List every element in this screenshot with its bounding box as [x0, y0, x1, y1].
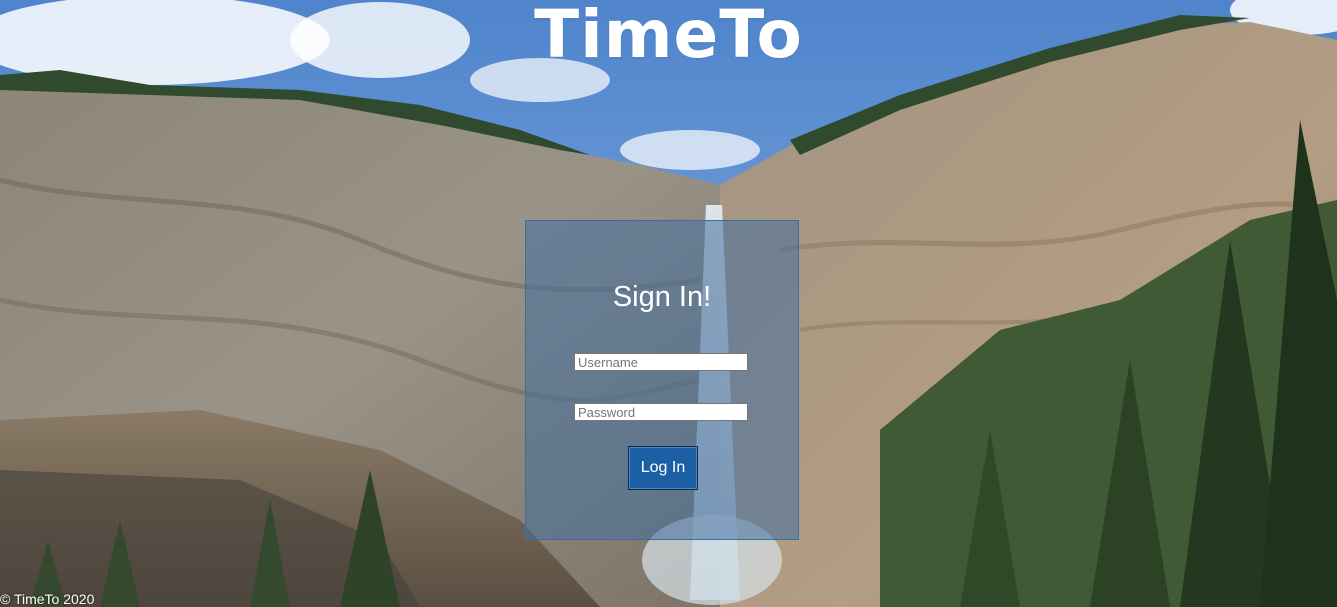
- sign-in-panel: Sign In! Log In: [525, 220, 799, 540]
- password-input[interactable]: [574, 403, 748, 421]
- copyright-footer: © TimeTo 2020: [0, 591, 95, 607]
- username-input[interactable]: [574, 353, 748, 371]
- log-in-button[interactable]: Log In: [628, 446, 698, 490]
- sign-in-title: Sign In!: [612, 281, 712, 313]
- app-logo: TimeTo: [534, 0, 803, 73]
